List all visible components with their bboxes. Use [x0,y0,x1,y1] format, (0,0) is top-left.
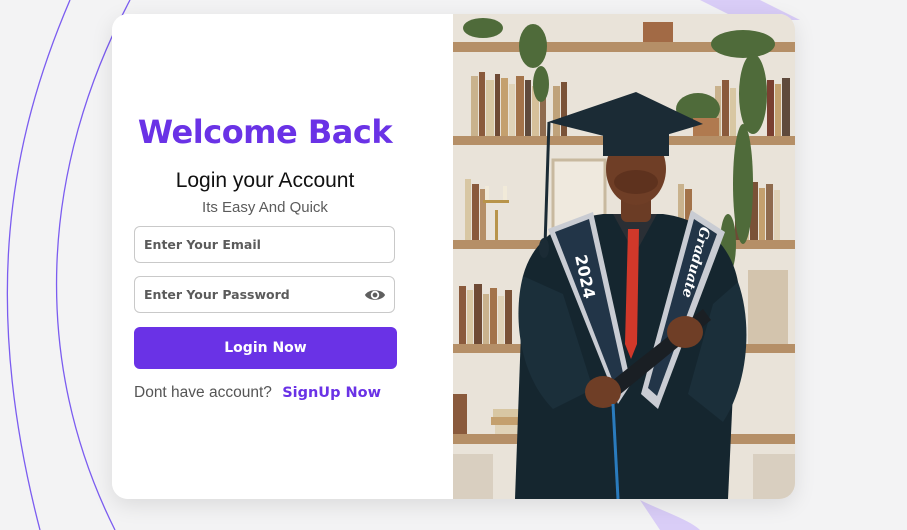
login-button[interactable]: Login Now [134,327,397,369]
email-field-container [134,226,395,263]
signup-link[interactable]: SignUp Now [282,385,381,401]
login-tagline: Its Easy And Quick [202,199,328,216]
eye-icon[interactable] [364,285,386,305]
no-account-text: Dont have account? [134,384,272,401]
login-subtitle: Login your Account [175,169,355,192]
email-field[interactable] [135,227,394,262]
login-form-panel: Welcome Back Login your Account Its Easy… [112,14,453,499]
password-field[interactable] [135,277,394,312]
login-card: Welcome Back Login your Account Its Easy… [112,14,795,499]
signup-row: Dont have account? SignUp Now [134,384,404,402]
password-field-container [134,276,395,313]
page-title: Welcome Back [137,113,393,151]
graduate-photo: 2024 Graduate [453,14,795,499]
